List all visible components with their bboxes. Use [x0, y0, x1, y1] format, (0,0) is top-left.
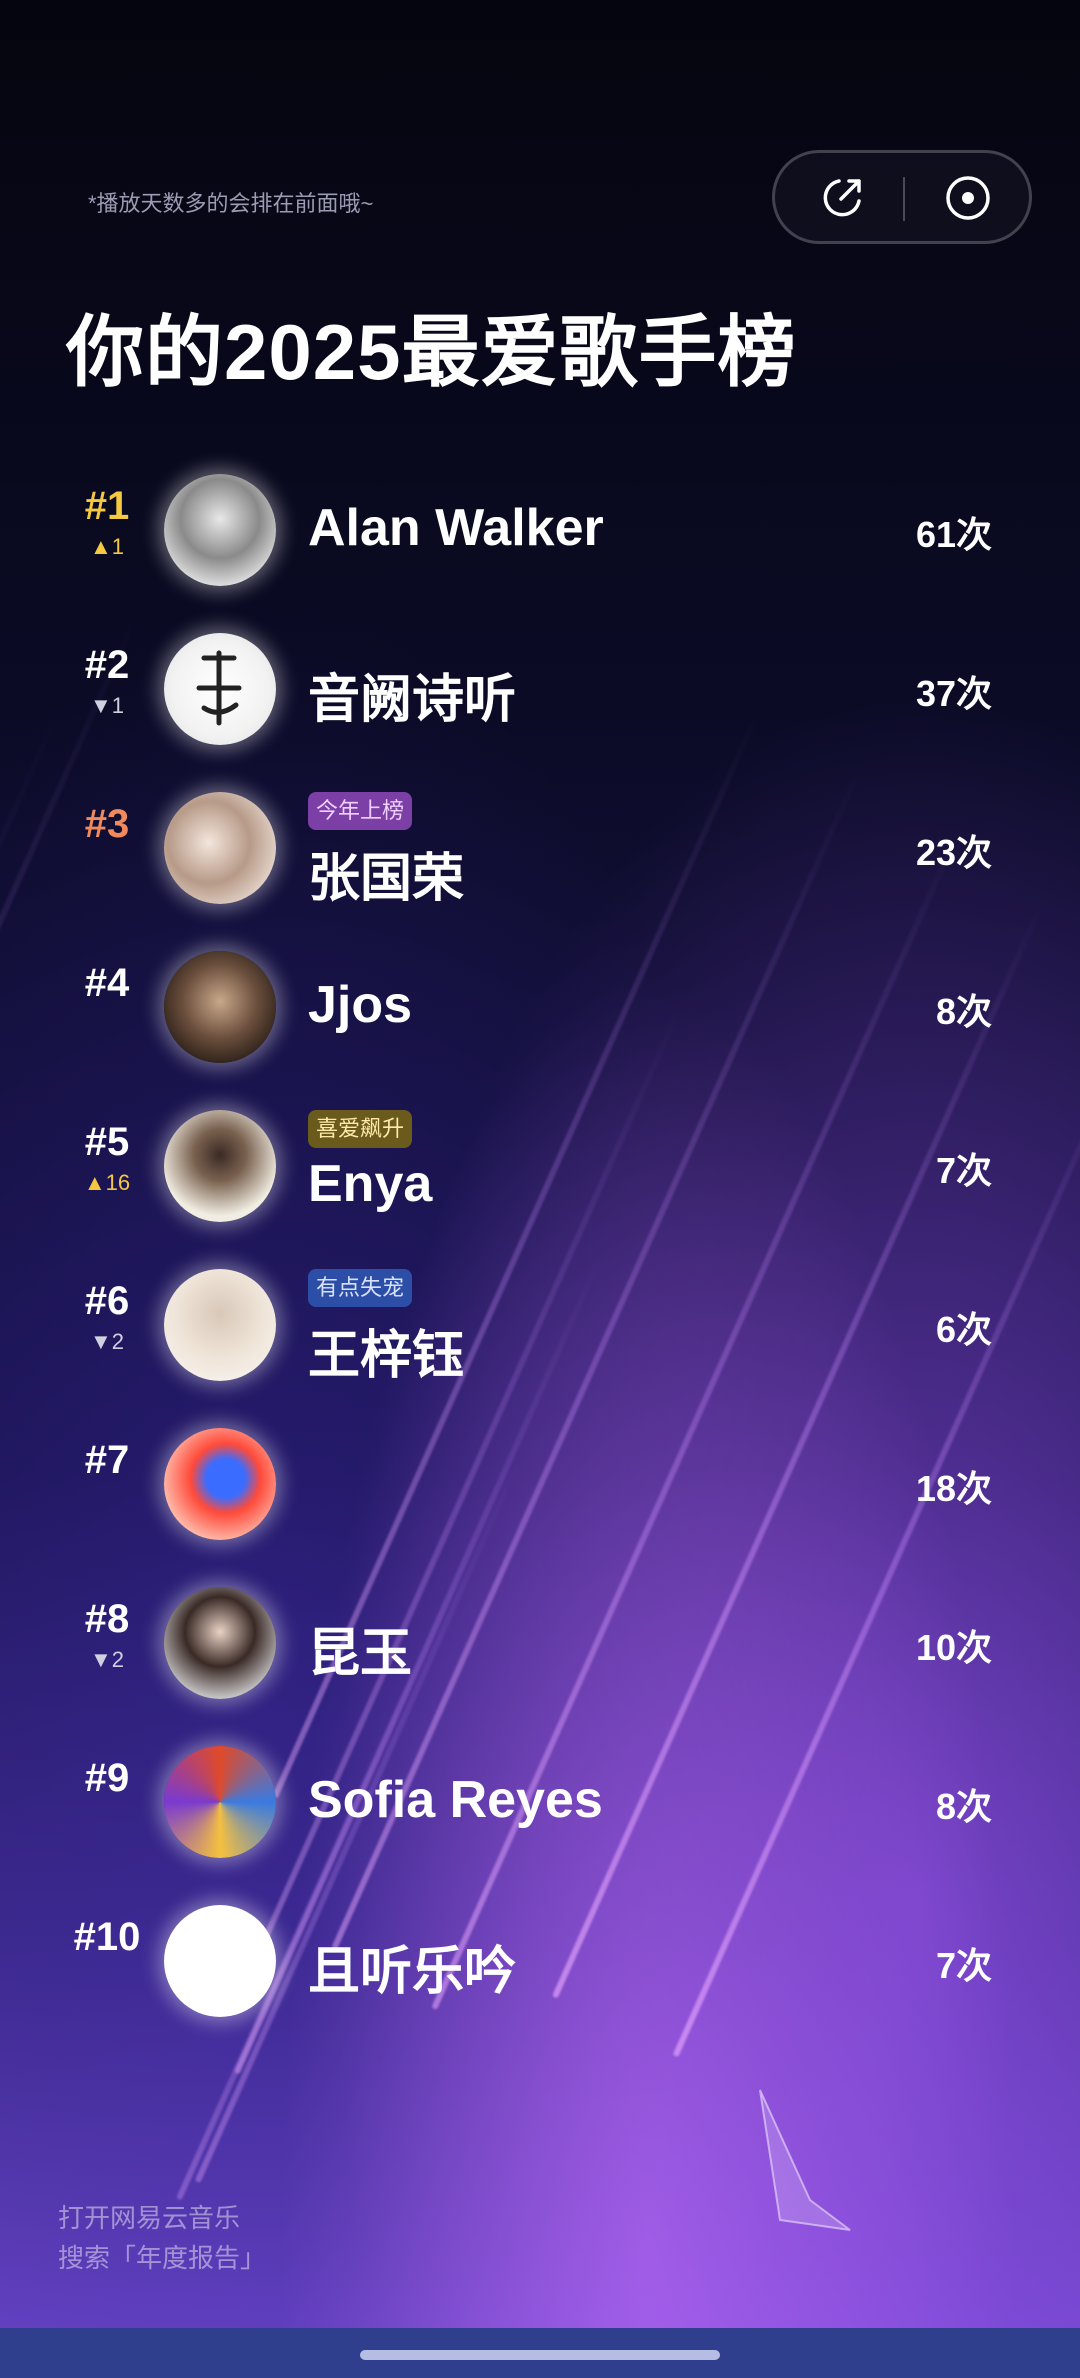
artist-row[interactable]: #8 ▼2 昆玉 10次 [0, 1567, 1080, 1717]
artist-name: 张国荣 [308, 850, 465, 908]
rank-change: ▼2 [89, 1329, 124, 1354]
rank-change: ▼2 [89, 1647, 124, 1672]
artist-avatar [164, 1428, 276, 1540]
action-divider [903, 177, 905, 221]
page-title: 你的2025最爱歌手榜 [66, 308, 797, 396]
artist-avatar [164, 1587, 276, 1699]
ranking-tip: *播放天数多的会排在前面哦~ [88, 191, 374, 216]
rank-label: #10 [73, 1915, 141, 1959]
artist-row[interactable]: #7 18次 [0, 1408, 1080, 1558]
rank-label: #5 [84, 1120, 130, 1164]
rank-change: ▲1 [89, 534, 124, 559]
play-count: 7次 [935, 1150, 992, 1191]
artist-row[interactable]: #2 ▼1 音阙诗听 37次 [0, 613, 1080, 763]
home-indicator[interactable] [360, 2350, 720, 2360]
artist-name: Jjos [308, 976, 413, 1034]
play-count: 23次 [915, 832, 992, 873]
play-count: 6次 [935, 1309, 992, 1350]
artist-avatar [164, 1746, 276, 1858]
artist-row[interactable]: #5 ▲16 喜爱飙升 Enya 7次 [0, 1090, 1080, 1240]
calligraphy-logo-icon [196, 650, 242, 726]
artist-row[interactable]: #9 Sofia Reyes 8次 [0, 1726, 1080, 1876]
status-badge: 今年上榜 [308, 792, 413, 830]
artist-avatar [164, 633, 276, 745]
artist-name: 王梓钰 [308, 1327, 465, 1385]
artist-row[interactable]: #6 ▼2 有点失宠 王梓钰 6次 [0, 1249, 1080, 1399]
artist-name: 音阙诗听 [308, 671, 517, 729]
play-count: 10次 [915, 1627, 992, 1668]
rank-label: #6 [84, 1279, 130, 1323]
footer-watermark: 打开网易云音乐 搜索「年度报告」 [58, 2198, 266, 2278]
artist-name: Sofia Reyes [308, 1771, 603, 1829]
rank-change: ▲16 [83, 1170, 131, 1195]
artist-row[interactable]: #4 Jjos 8次 [0, 931, 1080, 1081]
status-badge: 有点失宠 [308, 1269, 413, 1307]
record-icon [946, 176, 990, 220]
artist-name: 且听乐吟 [308, 1943, 517, 2001]
play-count: 8次 [935, 1786, 992, 1827]
play-count: 61次 [915, 514, 992, 555]
footer-line-2: 搜索「年度报告」 [58, 2243, 267, 2273]
artist-avatar [164, 1110, 276, 1222]
artist-avatar [164, 951, 276, 1063]
artist-name: 昆玉 [308, 1625, 413, 1683]
record-button[interactable] [943, 173, 993, 223]
rank-label: #1 [84, 484, 130, 528]
rank-change: ▼1 [89, 693, 124, 718]
rank-label: #9 [84, 1756, 130, 1800]
artist-avatar [164, 792, 276, 904]
play-count: 37次 [915, 673, 992, 714]
action-pill [772, 150, 1032, 244]
footer-line-1: 打开网易云音乐 [58, 2203, 241, 2233]
rank-label: #3 [84, 802, 130, 846]
share-button[interactable] [817, 173, 867, 223]
artist-avatar [164, 1269, 276, 1381]
share-icon [823, 179, 861, 217]
artist-avatar [164, 474, 276, 586]
rank-label: #8 [84, 1597, 130, 1641]
artist-name: Alan Walker [308, 499, 604, 557]
play-count: 8次 [935, 991, 992, 1032]
artist-avatar [164, 1905, 276, 2017]
rank-label: #4 [84, 961, 130, 1005]
artist-row[interactable]: #10 且听乐吟 7次 [0, 1885, 1080, 2035]
rank-label: #7 [84, 1438, 130, 1482]
status-badge: 喜爱飙升 [308, 1110, 413, 1148]
rank-label: #2 [84, 643, 130, 687]
play-count: 18次 [915, 1468, 992, 1509]
play-count: 7次 [935, 1945, 992, 1986]
artist-name: Enya [308, 1155, 433, 1213]
paper-boat-icon [759, 2089, 851, 2231]
artist-row[interactable]: #1 ▲1 Alan Walker 61次 [0, 454, 1080, 604]
artist-row[interactable]: #3 今年上榜 张国荣 23次 [0, 772, 1080, 922]
system-nav-bar [0, 2328, 1080, 2378]
